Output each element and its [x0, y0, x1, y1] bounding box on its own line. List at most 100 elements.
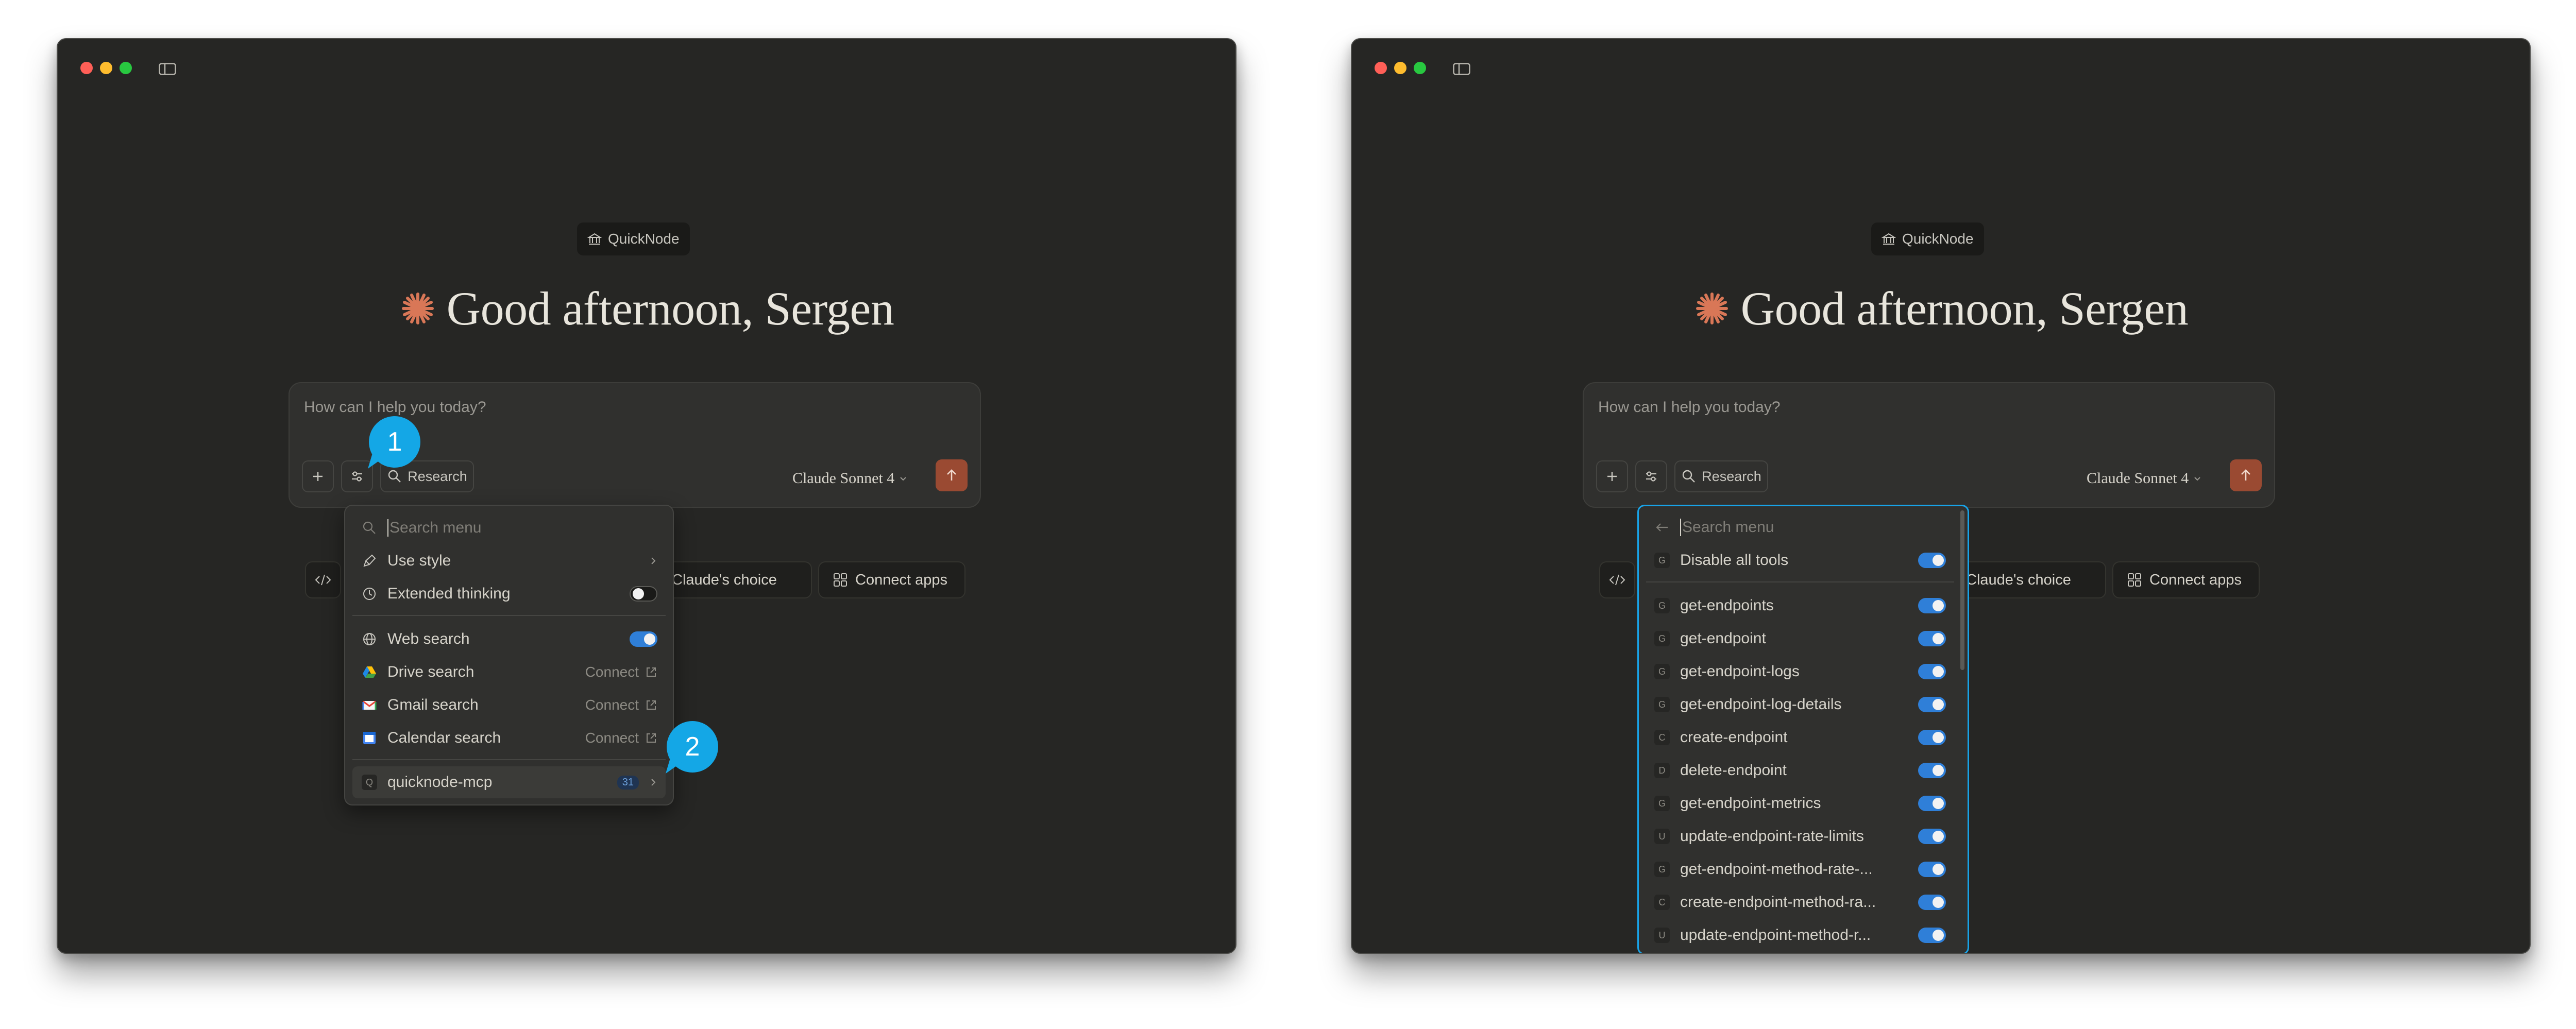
workspace-pill[interactable]: QuickNode: [577, 222, 690, 255]
apps-grid-icon: [834, 573, 847, 587]
message-composer[interactable]: How can I help you today? Research Claud…: [1583, 382, 2275, 508]
menu-search-row[interactable]: Search menu: [352, 512, 666, 544]
tool-letter-icon: C: [1654, 895, 1670, 910]
tool-toggle[interactable]: [1918, 697, 1946, 712]
minimize-window-button[interactable]: [100, 62, 112, 74]
chevron-right-icon: [651, 779, 656, 786]
tool-letter-icon: C: [1654, 730, 1670, 745]
research-button[interactable]: Research: [1674, 460, 1768, 492]
gmail-connect-link[interactable]: Connect: [585, 697, 657, 713]
tool-letter-icon: G: [1654, 862, 1670, 877]
tool-item[interactable]: Gget-endpoint: [1645, 623, 1954, 655]
tool-toggle[interactable]: [1918, 829, 1946, 844]
submenu-scrollbar[interactable]: [1960, 510, 1964, 670]
connect-apps-button[interactable]: Connect apps: [2112, 561, 2260, 598]
composer-placeholder[interactable]: How can I help you today?: [304, 399, 486, 416]
disable-all-tools-toggle[interactable]: [1918, 553, 1946, 568]
workspace-pill[interactable]: QuickNode: [1871, 222, 1984, 255]
model-selector[interactable]: Claude Sonnet 4: [792, 470, 908, 487]
tool-name: get-endpoint-method-rate-...: [1680, 861, 1873, 878]
suggestion-claudes-choice[interactable]: Claude's choice: [657, 561, 812, 598]
calendar-search-item[interactable]: Calendar search Connect: [352, 722, 666, 754]
pen-nib-icon: [363, 554, 376, 567]
calendar-connect-link[interactable]: Connect: [585, 730, 657, 746]
suggestion-code-chip[interactable]: [1599, 561, 1635, 598]
drive-search-item[interactable]: Drive search Connect: [352, 656, 666, 688]
drive-search-label: Drive search: [387, 663, 474, 680]
tool-item[interactable]: Uupdate-endpoint-rate-limits: [1645, 820, 1954, 852]
zoom-window-button[interactable]: [1414, 62, 1426, 74]
sidebar-toggle-icon[interactable]: [159, 63, 176, 75]
web-search-toggle[interactable]: [630, 631, 657, 647]
tool-toggle[interactable]: [1918, 598, 1946, 613]
composer-placeholder[interactable]: How can I help you today?: [1598, 399, 1781, 416]
model-selector[interactable]: Claude Sonnet 4: [2087, 470, 2202, 487]
tool-item[interactable]: Gget-endpoints: [1645, 590, 1954, 622]
extended-thinking-item[interactable]: Extended thinking: [352, 578, 666, 610]
tools-button[interactable]: [1635, 460, 1667, 492]
chevron-down-icon: [2194, 477, 2201, 481]
tool-item[interactable]: Ddelete-endpoint: [1645, 754, 1954, 786]
tool-name: update-endpoint-method-r...: [1680, 927, 1871, 944]
tools-button[interactable]: [341, 460, 373, 492]
tool-toggle[interactable]: [1918, 796, 1946, 811]
tool-item[interactable]: Ccreate-endpoint: [1645, 722, 1954, 753]
web-search-label: Web search: [387, 630, 470, 647]
tool-letter-icon: G: [1654, 796, 1670, 811]
submenu-search-row[interactable]: Search menu: [1645, 511, 1954, 543]
add-content-button[interactable]: [1596, 460, 1628, 492]
tool-toggle[interactable]: [1918, 895, 1946, 910]
callout-step-2: 2: [667, 721, 718, 773]
quicknode-mcp-item[interactable]: Q quicknode-mcp 31: [352, 766, 666, 798]
tool-item[interactable]: Uupdate-endpoint-method-r...: [1645, 919, 1954, 951]
tool-toggle[interactable]: [1918, 631, 1946, 646]
tool-letter-icon: U: [1654, 928, 1670, 943]
disable-all-tools-item[interactable]: G Disable all tools: [1645, 544, 1954, 576]
google-calendar-icon: [363, 732, 376, 744]
tool-letter-icon: U: [1654, 829, 1670, 844]
tool-item[interactable]: Ccreate-endpoint-method-ra...: [1645, 886, 1954, 918]
tool-toggle[interactable]: [1918, 763, 1946, 778]
gmail-search-item[interactable]: Gmail search Connect: [352, 689, 666, 721]
web-search-item[interactable]: Web search: [352, 623, 666, 655]
tool-item[interactable]: Gget-endpoint-log-details: [1645, 689, 1954, 721]
use-style-item[interactable]: Use style: [352, 545, 666, 577]
tool-toggle[interactable]: [1918, 862, 1946, 877]
model-label: Claude Sonnet 4: [2087, 470, 2189, 487]
zoom-window-button[interactable]: [120, 62, 132, 74]
tool-letter-icon: D: [1654, 763, 1670, 778]
tool-item[interactable]: Gget-endpoint-metrics: [1645, 787, 1954, 819]
tool-item[interactable]: Gget-endpoint-method-rate-...: [1645, 853, 1954, 885]
tool-toggle[interactable]: [1918, 664, 1946, 679]
arrow-up-icon: [2241, 469, 2250, 481]
google-drive-icon: [363, 666, 376, 678]
send-button[interactable]: [2230, 459, 2262, 491]
tool-name: get-endpoint-metrics: [1680, 795, 1821, 812]
gmail-icon: [362, 700, 377, 710]
minimize-window-button[interactable]: [1394, 62, 1406, 74]
back-arrow-icon[interactable]: [1654, 520, 1670, 535]
calendar-search-label: Calendar search: [387, 729, 501, 746]
tool-toggle[interactable]: [1918, 928, 1946, 943]
add-content-button[interactable]: [302, 460, 334, 492]
code-icon: [1609, 574, 1625, 586]
chevron-down-icon: [900, 477, 907, 481]
sidebar-toggle-icon[interactable]: [1453, 63, 1470, 75]
extended-thinking-toggle[interactable]: [630, 586, 657, 602]
workspace-label: QuickNode: [608, 231, 680, 247]
suggestion-claudes-choice[interactable]: Claude's choice: [1952, 561, 2106, 598]
close-window-button[interactable]: [80, 62, 93, 74]
tool-item[interactable]: Gget-endpoint-logs: [1645, 656, 1954, 688]
menu-divider: [352, 615, 666, 616]
connect-apps-button[interactable]: Connect apps: [818, 561, 965, 598]
tool-name: update-endpoint-rate-limits: [1680, 828, 1864, 845]
suggestion-code-chip[interactable]: [305, 561, 341, 598]
send-button[interactable]: [936, 459, 968, 491]
close-window-button[interactable]: [1375, 62, 1387, 74]
drive-connect-link[interactable]: Connect: [585, 664, 657, 680]
greeting-heading: Good afternoon, Sergen: [1352, 281, 2530, 336]
plus-icon: [313, 472, 323, 481]
menu-search-input[interactable]: Search menu: [387, 519, 481, 537]
tool-toggle[interactable]: [1918, 730, 1946, 745]
submenu-search-input[interactable]: Search menu: [1680, 519, 1774, 536]
